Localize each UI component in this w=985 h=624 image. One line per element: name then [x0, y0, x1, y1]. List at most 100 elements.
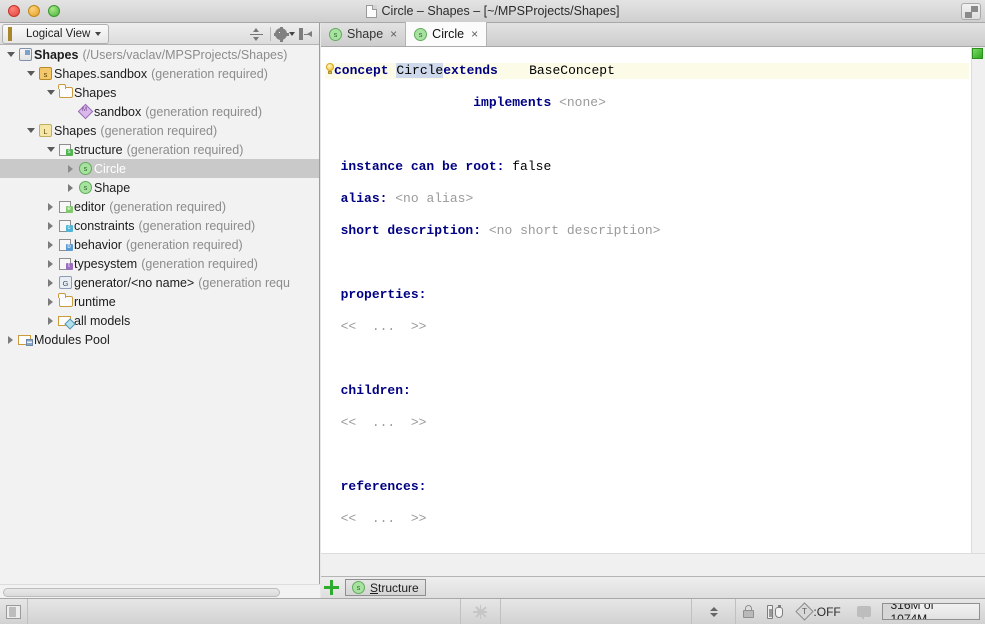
concept-name-value[interactable]: Circle	[396, 63, 443, 78]
tab-structure[interactable]: s Structure	[345, 579, 426, 596]
tree-twisty-collapsed-icon[interactable]	[44, 222, 57, 230]
memory-indicator-cell[interactable]: 316M of 1074M	[877, 599, 985, 624]
project-panel-toolbar-actions	[246, 23, 315, 45]
project-tool-window: Logical View	[0, 23, 320, 598]
code-line-11[interactable]: children:	[325, 383, 969, 399]
tree-twisty-collapsed-icon[interactable]	[64, 165, 77, 173]
tree-row-structure[interactable]: sstructure(generation required)	[0, 140, 319, 159]
view-selector-dropdown[interactable]: Logical View	[2, 24, 109, 44]
tree-twisty-collapsed-icon[interactable]	[44, 279, 57, 287]
editor-tab-label: Shape	[347, 27, 383, 41]
tree-twisty-expanded-icon[interactable]	[44, 147, 57, 152]
kw-concept: concept	[334, 63, 389, 78]
memory-indicator[interactable]: 316M of 1074M	[882, 603, 980, 620]
tree-row-circle[interactable]: sCircle	[0, 159, 319, 178]
add-aspect-button[interactable]	[324, 580, 339, 595]
toggle-toolwindows-button[interactable]	[0, 599, 28, 624]
tree-row-sublabel: (generation required)	[151, 67, 268, 81]
hide-panel-button[interactable]	[295, 24, 315, 44]
instance-can-be-root-value[interactable]: false	[512, 159, 551, 174]
tree-twisty-collapsed-icon[interactable]	[64, 184, 77, 192]
twitter-status-toggle[interactable]: T :OFF	[789, 599, 850, 624]
concept-icon: s	[414, 28, 427, 41]
code-line-1[interactable]: concept Circleextends BaseConcept	[325, 63, 969, 79]
restore-window-button[interactable]	[961, 3, 981, 20]
label-children: children:	[341, 383, 411, 398]
tree-scrollbar-thumb[interactable]	[3, 588, 280, 597]
close-icon[interactable]: ×	[390, 27, 397, 41]
tree-row-all-models[interactable]: all models	[0, 311, 319, 330]
tree-row-sublabel: (/Users/vaclav/MPSProjects/Shapes)	[82, 48, 287, 62]
references-collection[interactable]: << ... >>	[341, 511, 427, 526]
plugin-status-button[interactable]	[762, 599, 789, 624]
implements-value[interactable]: <none>	[559, 95, 606, 110]
readonly-lock-toggle[interactable]	[736, 599, 762, 624]
tree-row-typesystem[interactable]: ttypesystem(generation required)	[0, 254, 319, 273]
label-properties: properties:	[341, 287, 427, 302]
code-line-12[interactable]: << ... >>	[325, 415, 969, 431]
background-process-indicator[interactable]	[461, 599, 500, 624]
alias-value[interactable]: <no alias>	[395, 191, 473, 206]
tree-twisty-collapsed-icon[interactable]	[44, 203, 57, 211]
tree-row-editor[interactable]: eeditor(generation required)	[0, 197, 319, 216]
view-options-button[interactable]	[275, 24, 295, 44]
code-line-8[interactable]: properties:	[325, 287, 969, 303]
tree-twisty-collapsed-icon[interactable]	[44, 241, 57, 249]
code-line-9[interactable]: << ... >>	[325, 319, 969, 335]
concept-icon: s	[79, 162, 92, 175]
editor-tab-circle[interactable]: sCircle×	[406, 22, 487, 46]
updown-stepper-icon	[708, 605, 720, 619]
lightbulb-icon[interactable]	[325, 63, 336, 76]
tree-row-sublabel: (generation required)	[141, 257, 258, 271]
tree-row-generator-no-name[interactable]: Ggenerator/<no name>(generation requ	[0, 273, 319, 292]
tree-row-shape[interactable]: sShape	[0, 178, 319, 197]
tree-row-shapes[interactable]: Shapes(/Users/vaclav/MPSProjects/Shapes)	[0, 45, 319, 64]
position-stepper[interactable]	[692, 599, 736, 624]
close-icon[interactable]: ×	[471, 27, 478, 41]
code-line-15[interactable]: << ... >>	[325, 511, 969, 527]
window-title: Circle – Shapes – [~/MPSProjects/Shapes]	[0, 4, 985, 18]
tree-twisty-expanded-icon[interactable]	[24, 71, 37, 76]
no-errors-marker[interactable]	[972, 48, 983, 59]
tree-row-behavior[interactable]: bbehavior(generation required)	[0, 235, 319, 254]
tree-twisty-expanded-icon[interactable]	[24, 128, 37, 133]
code-line-5[interactable]: alias: <no alias>	[325, 191, 969, 207]
editor-marker-gutter[interactable]	[971, 47, 985, 575]
editor-tab-shape[interactable]: sShape×	[321, 22, 406, 46]
tree-row-label: constraints	[74, 219, 134, 233]
concept-editor[interactable]: concept Circleextends BaseConcept implem…	[321, 47, 985, 575]
tree-twisty-expanded-icon[interactable]	[4, 52, 17, 57]
code-line-2[interactable]: implements <none>	[325, 95, 969, 111]
project-tree[interactable]: Shapes(/Users/vaclav/MPSProjects/Shapes)…	[0, 45, 319, 584]
tree-row-label: all models	[74, 314, 130, 328]
children-collection[interactable]: << ... >>	[341, 415, 427, 430]
properties-collection[interactable]: << ... >>	[341, 319, 427, 334]
tree-twisty-collapsed-icon[interactable]	[44, 298, 57, 306]
tree-row-sublabel: (generation requ	[198, 276, 290, 290]
code-line-14[interactable]: references:	[325, 479, 969, 495]
notifications-button[interactable]	[850, 599, 877, 624]
tree-row-shapes-sandbox[interactable]: sShapes.sandbox(generation required)	[0, 64, 319, 83]
tree-horizontal-scrollbar[interactable]	[0, 584, 320, 598]
editor-horizontal-scrollbar[interactable]	[321, 553, 985, 575]
tree-row-sandbox[interactable]: Msandbox(generation required)	[0, 102, 319, 121]
tree-twisty-collapsed-icon[interactable]	[44, 260, 57, 268]
tree-twisty-collapsed-icon[interactable]	[44, 317, 57, 325]
kw-implements: implements	[473, 95, 551, 110]
document-icon	[366, 5, 377, 18]
collapse-all-button[interactable]	[246, 24, 266, 44]
behavior-model-icon: b	[59, 239, 73, 251]
tree-row-constraints[interactable]: cconstraints(generation required)	[0, 216, 319, 235]
super-concept-value[interactable]: BaseConcept	[529, 63, 615, 78]
short-description-value[interactable]: <no short description>	[489, 223, 661, 238]
tree-row-runtime[interactable]: runtime	[0, 292, 319, 311]
tree-row-modules-pool[interactable]: Modules Pool	[0, 330, 319, 349]
tree-row-shapes[interactable]: Shapes	[0, 83, 319, 102]
code-line-4[interactable]: instance can be root: false	[325, 159, 969, 175]
tree-row-label: Shapes	[74, 86, 116, 100]
tree-twisty-expanded-icon[interactable]	[44, 90, 57, 95]
code-line-6[interactable]: short description: <no short description…	[325, 223, 969, 239]
tree-twisty-collapsed-icon[interactable]	[4, 336, 17, 344]
editor-code[interactable]: concept Circleextends BaseConcept implem…	[325, 47, 969, 559]
tree-row-shapes[interactable]: LShapes(generation required)	[0, 121, 319, 140]
